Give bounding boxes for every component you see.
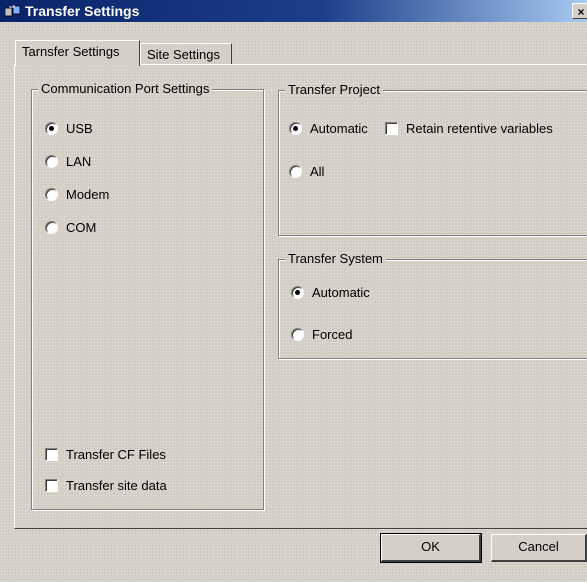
project-automatic-label: Automatic: [310, 121, 368, 136]
checkbox-indicator[interactable]: [385, 122, 398, 135]
tab-panel-transfer-settings: Communication Port Settings USB LAN Mode…: [14, 64, 587, 529]
radio-indicator[interactable]: [45, 221, 58, 234]
close-icon: ×: [577, 5, 585, 19]
tab-transfer-settings[interactable]: Tarnsfer Settings: [15, 40, 140, 66]
tab-label: Site Settings: [147, 47, 220, 62]
system-automatic-label: Automatic: [312, 285, 370, 300]
project-all-label: All: [310, 164, 325, 179]
radio-indicator[interactable]: [45, 155, 58, 168]
radio-indicator[interactable]: [45, 188, 58, 201]
tab-site-settings[interactable]: Site Settings: [140, 43, 232, 65]
transfer-project-legend: Transfer Project: [285, 82, 383, 97]
comm-port-group: Communication Port Settings USB LAN Mode…: [31, 81, 264, 510]
cancel-button-label: Cancel: [518, 539, 559, 554]
ok-button-label: OK: [421, 539, 440, 554]
transfer-app-icon: [5, 5, 21, 17]
system-forced-label: Forced: [312, 327, 353, 342]
radio-indicator[interactable]: [45, 122, 58, 135]
transfer-system-group: Transfer System Automatic Forced: [278, 251, 587, 359]
radio-usb-label: USB: [66, 121, 93, 136]
radio-indicator[interactable]: [291, 328, 304, 341]
ok-button[interactable]: OK: [380, 533, 482, 563]
transfer-system-legend: Transfer System: [285, 251, 386, 266]
title-bar: Transfer Settings ×: [0, 0, 587, 22]
comm-port-legend: Communication Port Settings: [38, 81, 212, 96]
transfer-project-group: Transfer Project Automatic Retain retent…: [278, 82, 587, 236]
radio-com-label: COM: [66, 220, 97, 235]
window-title: Transfer Settings: [25, 3, 140, 19]
close-button[interactable]: ×: [572, 3, 587, 19]
radio-indicator[interactable]: [289, 165, 302, 178]
checkbox-indicator[interactable]: [45, 479, 58, 492]
cancel-button[interactable]: Cancel: [491, 534, 587, 562]
checkbox-indicator[interactable]: [45, 448, 58, 461]
radio-lan-label: LAN: [66, 154, 92, 169]
tab-label: Tarnsfer Settings: [22, 44, 120, 59]
transfer-site-data-label: Transfer site data: [66, 478, 167, 493]
transfer-cf-files-label: Transfer CF Files: [66, 447, 166, 462]
radio-indicator[interactable]: [291, 286, 304, 299]
radio-modem-label: Modem: [66, 187, 110, 202]
radio-indicator[interactable]: [289, 122, 302, 135]
retain-retentive-label: Retain retentive variables: [406, 121, 553, 136]
